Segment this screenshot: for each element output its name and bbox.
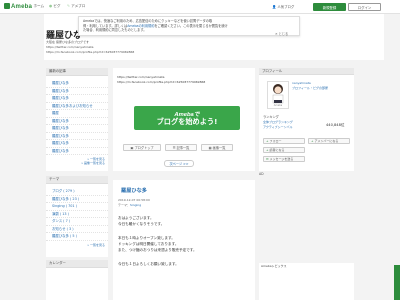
ameba-topics-title: Amebaトピックス	[261, 264, 287, 268]
sidebar-calendar-title: カレンダー	[46, 260, 108, 268]
article-date: 2019-12-07 00:58:00	[118, 198, 150, 202]
image-list-button[interactable]: ▦ 画像一覧	[201, 144, 233, 151]
next-page-button[interactable]: 次ページ >>	[164, 160, 194, 167]
register-button[interactable]: 新規登録	[313, 3, 346, 11]
ameba-topics-panel	[259, 263, 354, 300]
message-button[interactable]: ✉ メッセージを送る	[263, 156, 305, 162]
ranking-value: 440,848位	[326, 123, 345, 127]
theme-item[interactable]: 演劇 ( 13 )	[46, 211, 108, 218]
article-line: また、つけ麺のおつりは来週より販売予定です。	[118, 248, 197, 252]
theme-item[interactable]: 羅屋ひな多 ( 5 )	[46, 233, 108, 241]
nav-ameblo[interactable]: ✎ アメブロ	[67, 4, 85, 9]
article-line: 本日も１時よりオープン致します。	[118, 236, 175, 240]
article-theme-link[interactable]: Singing	[130, 203, 141, 207]
ranking-label: ランキング	[263, 115, 279, 119]
theme-item[interactable]: 羅屋ひな多 ( 23 )	[46, 196, 108, 203]
sidebar-entry[interactable]: 羅屋ひな多	[46, 88, 108, 95]
theme-item[interactable]: ダンス ( 7 )	[46, 218, 108, 226]
nav-pigg[interactable]: ● ピグ	[49, 4, 60, 9]
article-line: ドッキングは明日開催しております。	[118, 242, 179, 246]
avatar-caption: Ameba	[273, 104, 283, 107]
nav-home[interactable]: ⌂ ホーム	[30, 4, 44, 9]
sidebar-entry[interactable]: 羅屋ひな多およびお知らせ	[46, 103, 108, 110]
ranking-genre[interactable]: アクティブシーンバル	[263, 125, 293, 129]
plus-icon: +	[311, 139, 314, 143]
amember-button[interactable]: + アメンバーになる	[308, 138, 350, 144]
profile-name[interactable]: nanyahinata	[292, 81, 311, 85]
side-banner[interactable]	[394, 265, 400, 300]
facebook-url[interactable]: https://m.facebook.com/profile.php?id=62…	[117, 80, 205, 84]
sidebar-entry[interactable]: 羅屋ひな多	[46, 133, 108, 140]
sidebar-themes: テーマ ブログ ( 279 ) 羅屋ひな多 ( 23 ) Singing ( 7…	[46, 176, 108, 257]
sidebar-themes-title: テーマ	[46, 176, 108, 184]
notice-close-button[interactable]: ✕ とじる	[275, 31, 288, 36]
article-line: 今日も１日よろしくお願い致します。	[118, 262, 179, 266]
profile-title: プロフィール	[259, 68, 354, 75]
article-line: 今日も暖かくなりそうです。	[118, 222, 165, 226]
banner-line-2: ブログを始めよう!	[156, 117, 218, 126]
notice-line-3: た場合、利用規約に同意したものとします。	[83, 28, 147, 33]
sidebar-entry[interactable]: 羅屋	[46, 110, 108, 118]
sidebar-new-entries-title: 最新の記事	[46, 68, 108, 76]
theme-item[interactable]: Singing ( 701 )	[46, 203, 108, 211]
sidebar-entry[interactable]: 羅屋ひな多	[46, 80, 108, 88]
blog-description: 大阪在 羅屋ひな多のブログです	[46, 40, 89, 44]
mail-icon: ✉	[266, 157, 269, 161]
cookie-notice: Amebaでは、快適なご利用のため、広告配信のためにクッキーなどを使い訪問データ…	[78, 16, 300, 36]
ameba-logo-icon	[4, 3, 10, 9]
entry-list-button[interactable]: ☰ 記事一覧	[165, 144, 197, 151]
sidebar-calendar: カレンダー	[46, 260, 108, 300]
ameba-logo[interactable]: Ameba	[4, 3, 32, 10]
sidebar-entry[interactable]: 羅屋ひな多	[46, 140, 108, 148]
reader-button[interactable]: + 読者になる	[263, 147, 305, 153]
popular-blogs-link[interactable]: 👤 人気ブログ	[272, 4, 294, 9]
theme-item[interactable]: ブログ ( 279 )	[46, 188, 108, 196]
sidebar-entry[interactable]: 羅屋ひな多	[46, 118, 108, 125]
sidebar-image-list-link[interactable]: » 画像一覧を見る	[46, 161, 108, 165]
follow-button[interactable]: + フォロー	[263, 138, 305, 144]
ranking-overall[interactable]: 全体ブログランキング	[263, 120, 293, 124]
list-icon: ☰	[172, 145, 176, 150]
header-twitter-url: https://twitter.com/nanyahinata	[46, 45, 94, 49]
article-theme: テーマ：Singing	[118, 203, 142, 207]
sidebar-entry[interactable]: 羅屋ひな多	[46, 125, 108, 133]
sidebar-entry[interactable]: 羅屋ひな多	[46, 95, 108, 103]
terms-link[interactable]: Amebaの利用規約	[127, 24, 154, 28]
profile-pigg-link[interactable]: ブロフィール・ピグの部屋	[292, 86, 328, 90]
themes-more-link[interactable]: » 一覧を見る	[46, 243, 108, 247]
plus-icon: +	[266, 148, 269, 152]
start-blog-banner[interactable]: Amebaで ブログを始めよう!	[134, 106, 240, 130]
plus-icon: +	[266, 139, 269, 143]
image-icon: ▦	[208, 145, 212, 150]
sidebar-entry[interactable]: 羅屋ひな多	[46, 148, 108, 155]
header-facebook-url: https://m.facebook.com/profile.php?id=62…	[46, 50, 135, 54]
article-line: おはようございます。	[118, 216, 154, 220]
avatar-figure-icon	[272, 84, 284, 104]
user-icon: 👤	[272, 5, 277, 9]
theme-item[interactable]: お知らせ ( 3 )	[46, 226, 108, 233]
login-button[interactable]: ログイン	[348, 3, 381, 11]
twitter-url[interactable]: https://twitter.com/nanyahinata	[117, 75, 165, 79]
article-title[interactable]: 羅屋ひな多	[121, 187, 147, 194]
sidebar-new-entries: 最新の記事 羅屋ひな多 羅屋ひな多 羅屋ひな多 羅屋ひな多およびお知らせ 羅屋 …	[46, 68, 108, 171]
blog-top-button[interactable]: ▣ ブログトップ	[123, 144, 161, 151]
ad-label: AD	[259, 172, 264, 176]
home-icon: ▣	[130, 145, 134, 150]
